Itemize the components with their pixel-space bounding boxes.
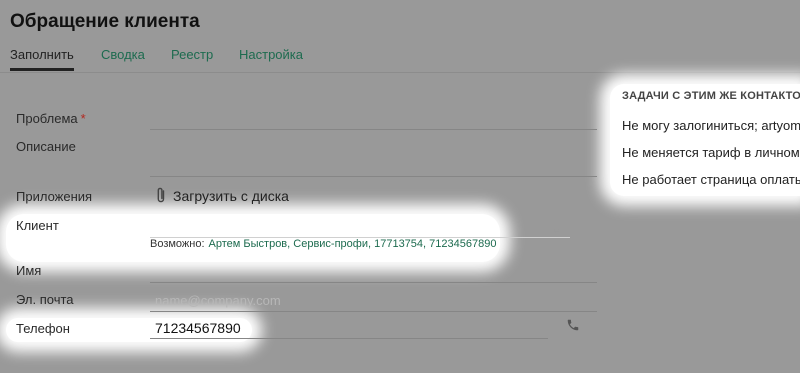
email-input[interactable]: name@company.com (155, 293, 281, 308)
paperclip-icon (155, 187, 167, 204)
phone-input[interactable]: 71234567890 (155, 320, 241, 336)
phone-label: Телефон (16, 321, 70, 336)
problem-label: Проблема * (16, 111, 86, 126)
phone-icon[interactable] (566, 318, 580, 337)
client-suggestion: Возможно: Артем Быстров, Сервис-профи, 17… (150, 238, 496, 250)
tab-registry[interactable]: Реестр (171, 47, 213, 62)
email-input-underline (150, 311, 597, 312)
sidebar-task-item[interactable]: Не работает страница оплаты (622, 172, 800, 187)
upload-label: Загрузить с диска (173, 187, 289, 204)
problem-label-text: Проблема (16, 111, 78, 126)
attachments-label: Приложения (16, 189, 93, 204)
sidebar-task-item[interactable]: Не меняется тариф в личном к (622, 145, 800, 160)
suggestion-prefix: Возможно: (150, 238, 205, 250)
upload-button[interactable]: Загрузить с диска (155, 187, 289, 204)
sidebar-title: ЗАДАЧИ С ЭТИМ ЖЕ КОНТАКТОМ (622, 90, 800, 102)
tab-fill[interactable]: Заполнить (10, 47, 74, 62)
name-label: Имя (16, 263, 42, 278)
tab-summary[interactable]: Сводка (101, 47, 145, 62)
active-tab-indicator (10, 68, 74, 71)
sidebar-task-item[interactable]: Не могу залогиниться; artyom. (622, 118, 800, 133)
tab-divider (0, 72, 800, 73)
page-title: Обращение клиента (10, 11, 200, 32)
problem-input[interactable] (150, 129, 597, 130)
description-label: Описание (16, 139, 76, 154)
description-input[interactable] (150, 176, 597, 177)
tab-settings[interactable]: Настройка (239, 47, 303, 62)
name-input[interactable] (150, 282, 597, 283)
email-label: Эл. почта (16, 292, 74, 307)
suggestion-link[interactable]: Артем Быстров, Сервис-профи, 17713754, 7… (209, 238, 497, 250)
required-mark: * (80, 111, 86, 126)
phone-input-underline (150, 338, 548, 339)
chevron-down-icon[interactable] (552, 221, 561, 239)
client-label: Клиент (16, 218, 59, 233)
